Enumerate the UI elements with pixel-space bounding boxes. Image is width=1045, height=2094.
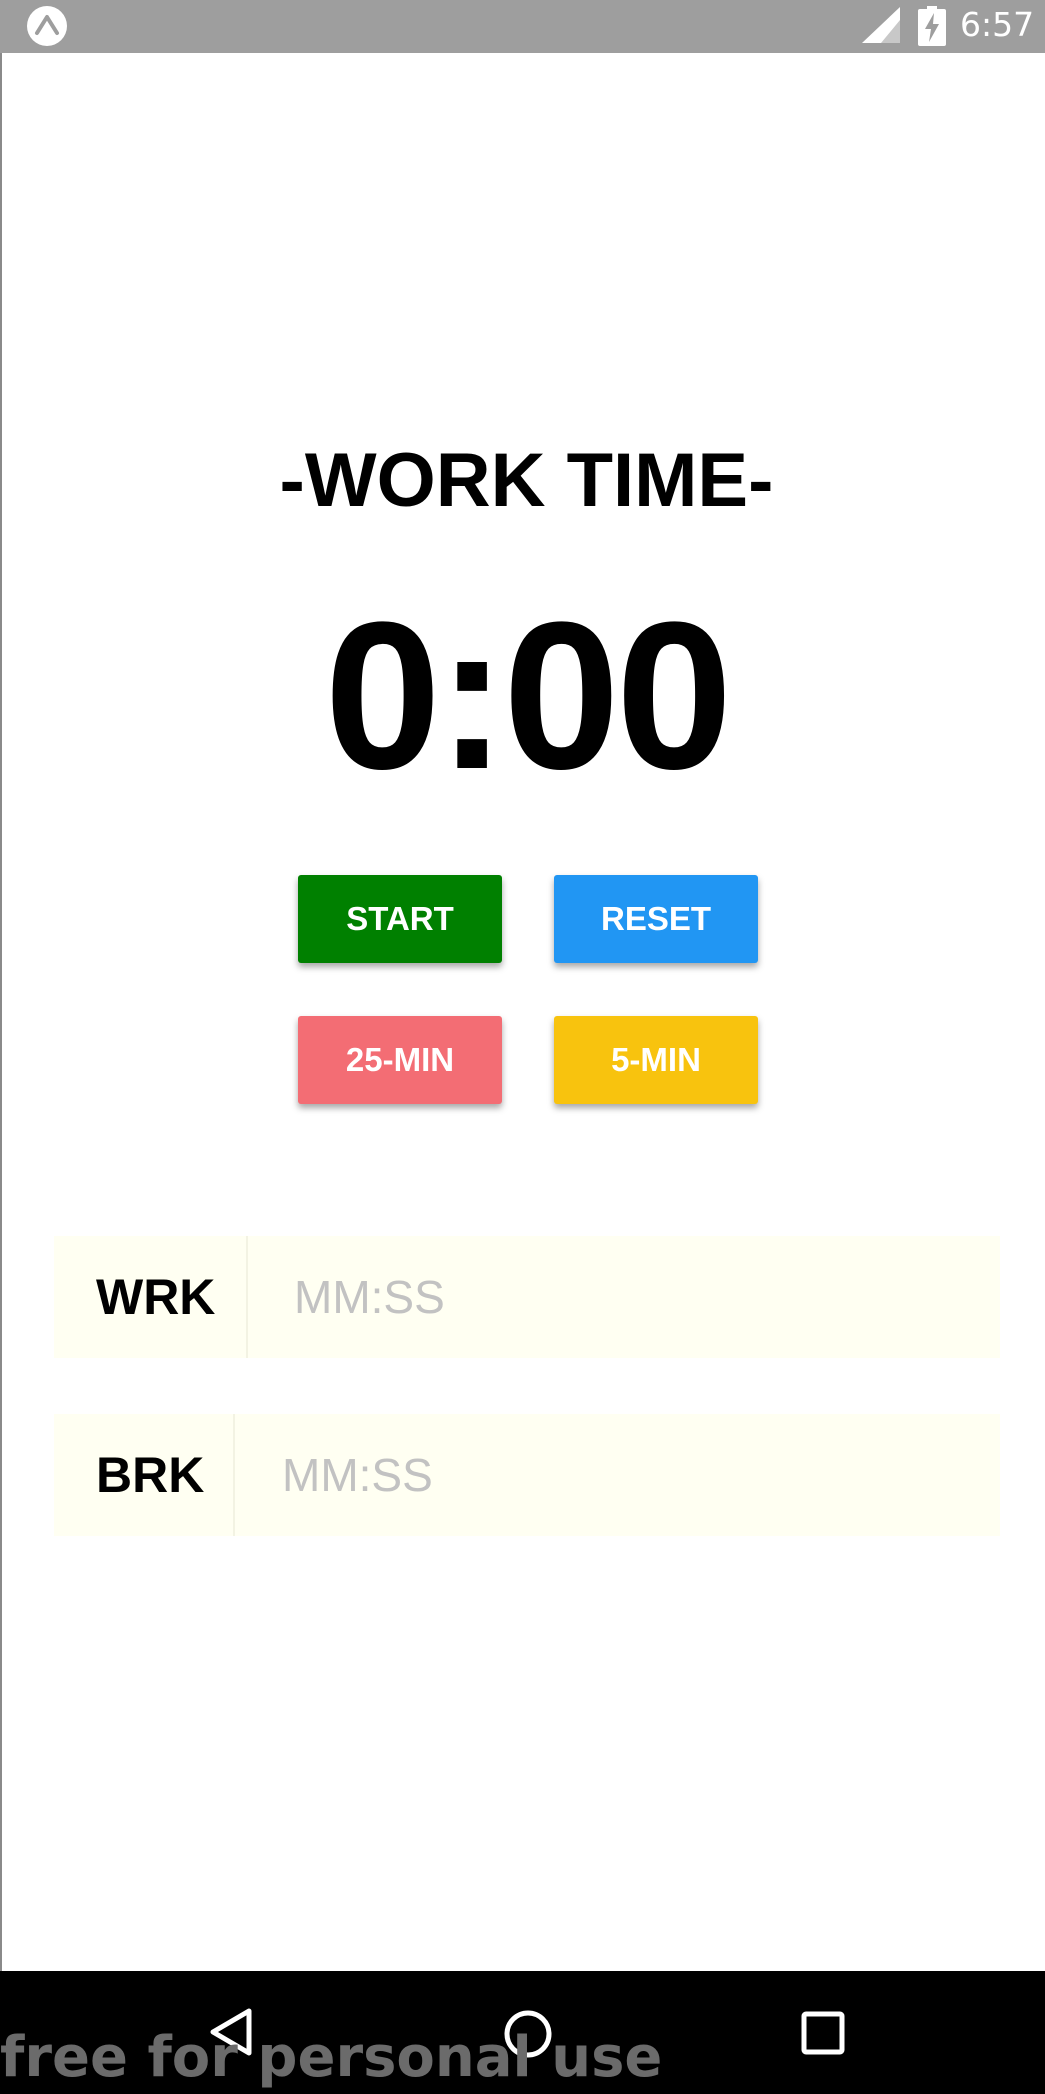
app-screen <box>2 53 1045 1971</box>
preset-25-min-button[interactable]: 25-MIN <box>298 1016 502 1104</box>
work-time-input[interactable] <box>294 1236 984 1358</box>
status-time: 6:57 <box>960 5 1035 44</box>
input-divider <box>246 1236 248 1358</box>
timer-display: 0:00 <box>324 578 732 813</box>
timer-mode-title: -WORK TIME- <box>279 438 774 523</box>
status-bar: 6:57 <box>0 0 1045 53</box>
break-time-label: BRK <box>96 1447 205 1503</box>
start-button[interactable]: START <box>298 875 502 963</box>
break-time-row: BRK <box>54 1414 1000 1536</box>
watermark-text: free for personal use <box>0 2025 663 2090</box>
preset-5-min-button[interactable]: 5-MIN <box>554 1016 758 1104</box>
work-time-label: WRK <box>96 1269 216 1325</box>
work-time-row: WRK <box>54 1236 1000 1358</box>
input-divider <box>233 1414 235 1536</box>
break-time-input[interactable] <box>282 1414 982 1536</box>
recents-icon[interactable] <box>801 2011 845 2055</box>
signal-icon <box>862 7 900 43</box>
reset-button[interactable]: RESET <box>554 875 758 963</box>
expo-icon <box>27 6 67 46</box>
battery-charging-icon <box>918 6 946 46</box>
